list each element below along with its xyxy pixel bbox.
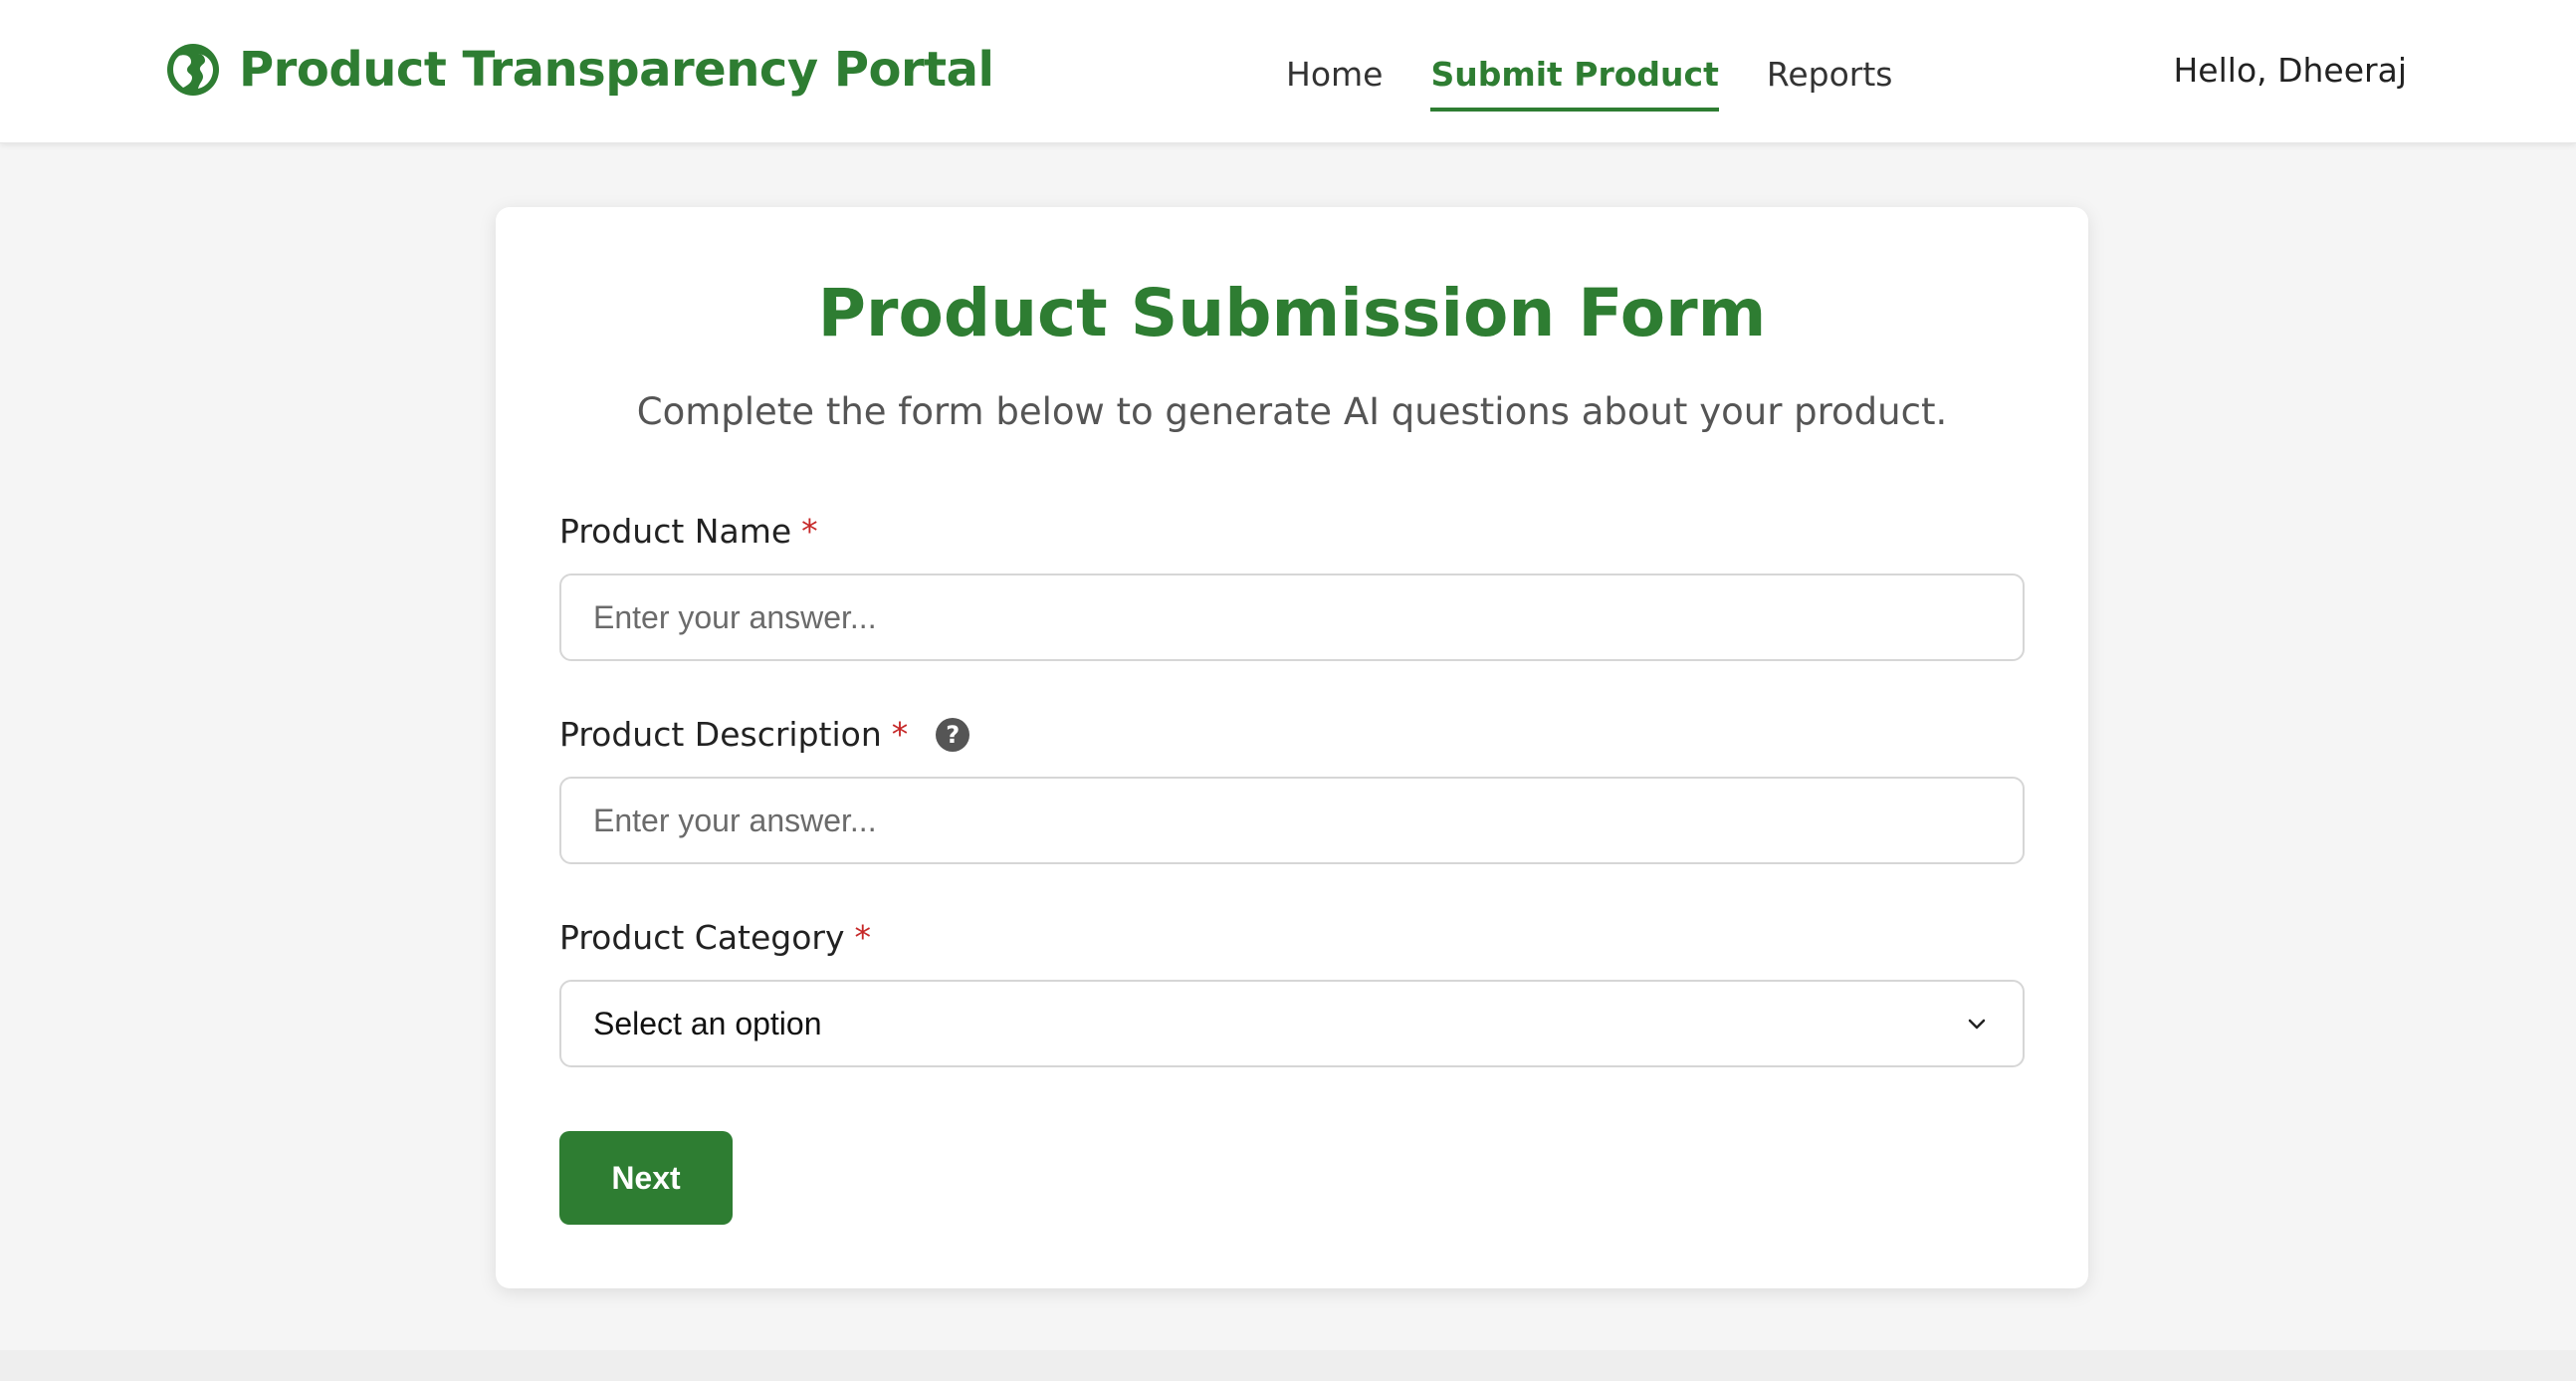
user-greeting: Hello, Dheeraj bbox=[2173, 50, 2407, 90]
top-header: Product Transparency Portal Home Submit … bbox=[0, 0, 2576, 143]
footer-strip bbox=[0, 1350, 2576, 1381]
required-marker: * bbox=[891, 715, 909, 754]
form-subtitle: Complete the form below to generate AI q… bbox=[636, 390, 1948, 433]
required-marker: * bbox=[854, 918, 872, 957]
main-nav: Home Submit Product Reports bbox=[1286, 40, 1892, 112]
required-marker: * bbox=[801, 512, 818, 551]
nav-reports[interactable]: Reports bbox=[1767, 40, 1893, 112]
form-title: Product Submission Form bbox=[817, 275, 1767, 351]
brand[interactable]: Product Transparency Portal bbox=[165, 38, 994, 102]
product-category-label-text: Product Category bbox=[559, 918, 845, 957]
question-circle-icon[interactable]: ? bbox=[936, 717, 970, 752]
nav-submit-product[interactable]: Submit Product bbox=[1430, 40, 1719, 112]
page: Product Transparency Portal Home Submit … bbox=[0, 0, 2576, 1381]
product-name-input[interactable] bbox=[559, 574, 2025, 661]
product-category-select[interactable]: Select an option bbox=[559, 980, 2025, 1067]
next-button[interactable]: Next bbox=[559, 1131, 733, 1225]
product-description-input[interactable] bbox=[559, 777, 2025, 864]
form-card: Product Submission Form Complete the for… bbox=[496, 207, 2088, 1288]
product-name-label: Product Name * bbox=[559, 512, 818, 551]
product-name-label-text: Product Name bbox=[559, 512, 792, 551]
select-value: Select an option bbox=[593, 1005, 822, 1041]
chevron-down-icon bbox=[1963, 1010, 1991, 1037]
globe-icon bbox=[165, 42, 221, 98]
nav-home[interactable]: Home bbox=[1286, 40, 1383, 112]
product-category-label: Product Category * bbox=[559, 918, 871, 957]
product-description-label-text: Product Description bbox=[559, 715, 882, 754]
brand-title: Product Transparency Portal bbox=[239, 42, 994, 98]
product-description-label: Product Description * ? bbox=[559, 715, 970, 754]
